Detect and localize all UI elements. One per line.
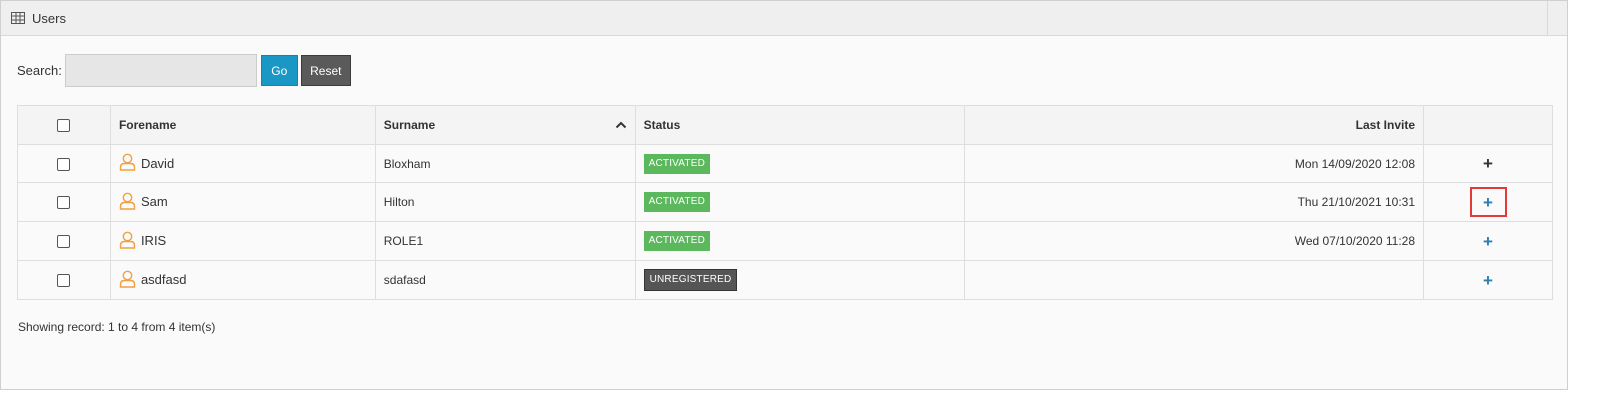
status-cell: ACTIVATED <box>634 144 966 183</box>
row-select-cell <box>17 144 111 183</box>
select-all-checkbox[interactable] <box>57 119 71 133</box>
reset-button[interactable]: Reset <box>300 55 351 86</box>
header-divider <box>1547 1 1548 35</box>
forename-cell: asdfasd <box>109 260 376 300</box>
search-label: Search: <box>17 63 62 78</box>
action-cell: + <box>1423 260 1553 300</box>
header-surname[interactable]: Surname <box>374 105 636 145</box>
user-icon <box>119 154 136 172</box>
table-row: IRIS ROLE1 ACTIVATED Wed 07/10/2020 11:2… <box>17 221 1553 261</box>
surname-cell: Bloxham <box>374 144 636 183</box>
last-invite-cell: Thu 21/10/2021 10:31 <box>964 182 1425 222</box>
row-checkbox[interactable] <box>57 274 71 288</box>
table-grid-icon <box>11 12 25 24</box>
highlight-box: + <box>1469 187 1507 217</box>
user-icon <box>119 231 136 249</box>
add-button[interactable]: + <box>1483 194 1493 211</box>
surname-cell: sdafasd <box>374 260 636 300</box>
add-button[interactable]: + <box>1483 271 1493 290</box>
last-invite-cell: Mon 14/09/2020 12:08 <box>964 144 1425 183</box>
search-input[interactable] <box>64 54 257 87</box>
row-select-cell <box>17 221 111 261</box>
select-all-header <box>17 105 111 145</box>
row-select-cell <box>17 260 111 300</box>
status-badge: ACTIVATED <box>643 231 711 251</box>
user-icon <box>119 192 136 210</box>
status-cell: ACTIVATED <box>634 221 966 261</box>
row-checkbox[interactable] <box>57 196 71 210</box>
user-icon <box>119 270 136 288</box>
status-badge: ACTIVATED <box>643 153 711 174</box>
status-badge: ACTIVATED <box>643 192 711 212</box>
header-action <box>1423 105 1553 145</box>
status-cell: UNREGISTERED <box>634 260 966 300</box>
header-forename[interactable]: Forename <box>109 105 376 145</box>
panel-title: Users <box>32 10 66 26</box>
action-cell: + <box>1423 144 1553 183</box>
forename-text[interactable]: IRIS <box>141 233 166 248</box>
forename-cell: David <box>109 144 376 183</box>
forename-text[interactable]: David <box>141 156 174 171</box>
row-checkbox[interactable] <box>57 235 71 249</box>
surname-cell: Hilton <box>374 182 636 222</box>
forename-cell: Sam <box>109 182 376 222</box>
chevron-up-icon <box>615 121 626 129</box>
add-button[interactable]: + <box>1483 154 1493 173</box>
header-status[interactable]: Status <box>634 105 966 145</box>
users-panel: Users Search: Go Reset Forename Surname <box>0 0 1568 390</box>
last-invite-cell <box>964 260 1425 300</box>
status-cell: ACTIVATED <box>634 182 966 222</box>
go-button[interactable]: Go <box>260 55 298 86</box>
surname-cell: ROLE1 <box>374 221 636 261</box>
add-button[interactable]: + <box>1483 232 1493 251</box>
table-row: David Bloxham ACTIVATED Mon 14/09/2020 1… <box>17 144 1553 183</box>
status-badge: UNREGISTERED <box>643 269 738 291</box>
action-cell: + <box>1423 182 1553 222</box>
table-row: Sam Hilton ACTIVATED Thu 21/10/2021 10:3… <box>17 182 1553 222</box>
last-invite-cell: Wed 07/10/2020 11:28 <box>964 221 1425 261</box>
forename-text[interactable]: Sam <box>141 194 168 209</box>
row-select-cell <box>17 182 111 222</box>
users-table: Forename Surname Status Last Invite Davi… <box>17 105 1553 300</box>
header-surname-label: Surname <box>383 118 436 132</box>
table-header-row: Forename Surname Status Last Invite <box>17 105 1553 145</box>
record-count: Showing record: 1 to 4 from 4 item(s) <box>18 320 216 334</box>
panel-header: Users <box>1 1 1567 36</box>
table-row: asdfasd sdafasd UNREGISTERED + <box>17 260 1553 300</box>
row-checkbox[interactable] <box>57 157 71 171</box>
forename-text[interactable]: asdfasd <box>141 272 187 287</box>
search-bar: Search: Go Reset <box>17 54 351 87</box>
header-last-invite[interactable]: Last Invite <box>964 105 1425 145</box>
forename-cell: IRIS <box>109 221 376 261</box>
action-cell: + <box>1423 221 1553 261</box>
